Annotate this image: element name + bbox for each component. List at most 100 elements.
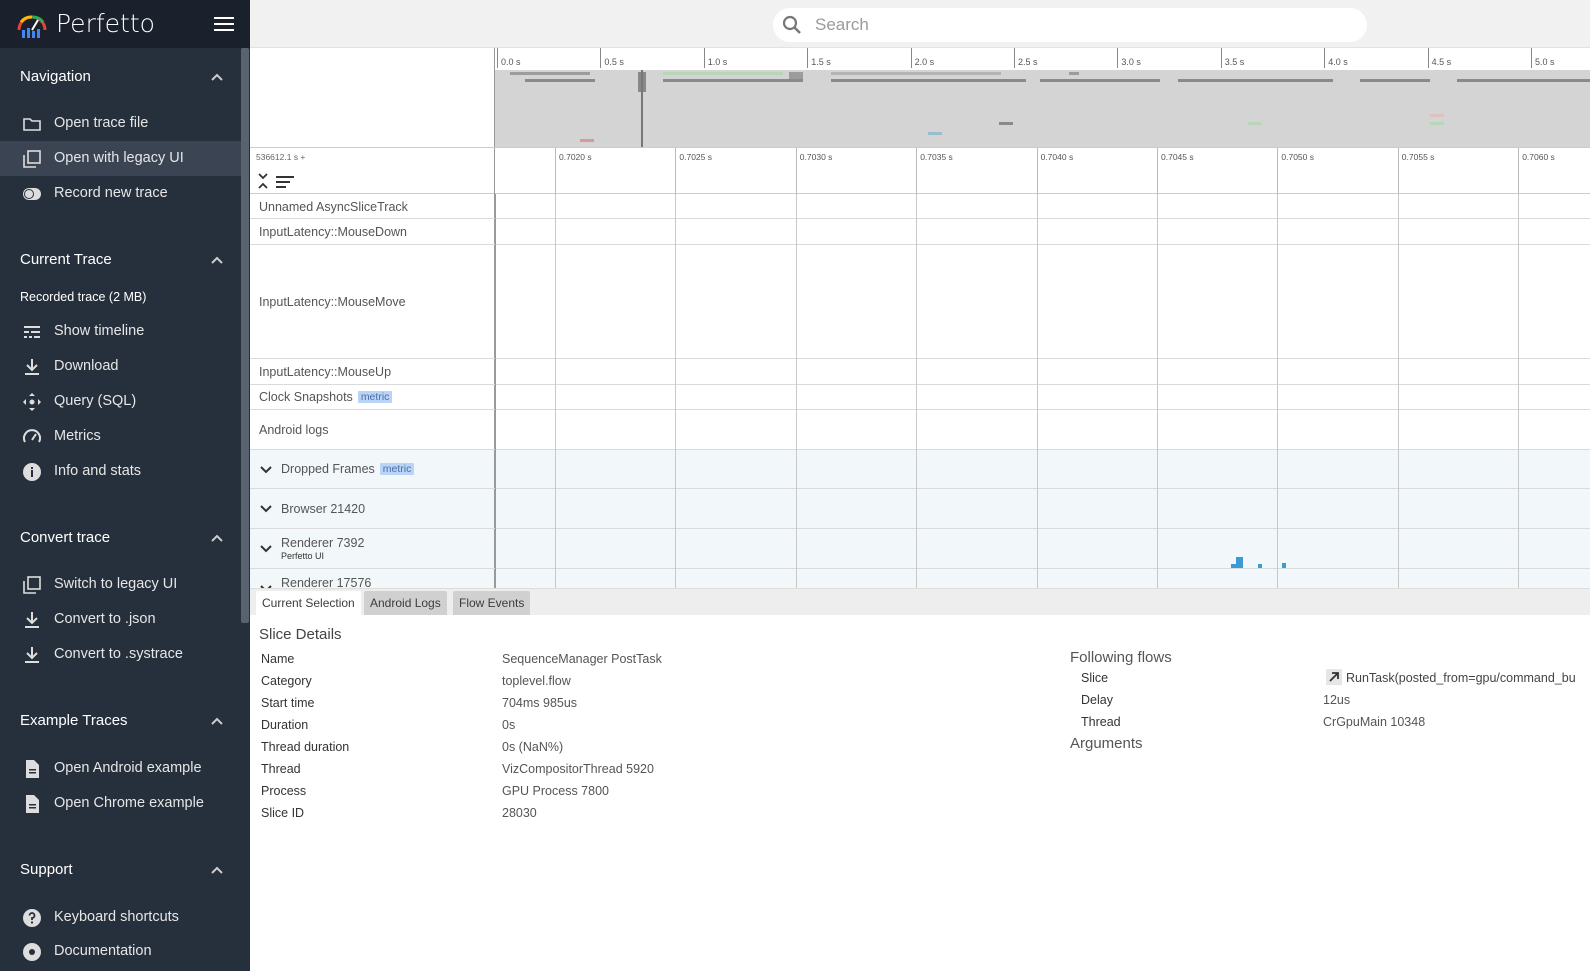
detail-key: Start time (261, 696, 315, 710)
nav-open-legacy-ui[interactable]: Open with legacy UI (0, 141, 241, 176)
detail-value: toplevel.flow (502, 674, 571, 688)
nav-download[interactable]: Download (0, 349, 241, 384)
summary-slice[interactable] (1231, 564, 1236, 568)
track-mousedown[interactable]: InputLatency::MouseDown (250, 219, 1590, 245)
download-icon (22, 645, 42, 665)
track-unnamed-async[interactable]: Unnamed AsyncSliceTrack (250, 194, 1590, 219)
nav-convert-systrace[interactable]: Convert to .systrace (0, 637, 241, 672)
chevron-down-icon[interactable] (259, 502, 273, 516)
track-list[interactable]: Unnamed AsyncSliceTrack InputLatency::Mo… (250, 194, 1590, 590)
section-title-support[interactable]: Support (20, 861, 73, 878)
nav-label: Info and stats (54, 463, 142, 479)
nav-label: Metrics (54, 428, 101, 444)
chevron-up-icon[interactable] (210, 531, 224, 545)
overview-tick-label: 4.5 s (1431, 57, 1452, 67)
chevron-down-icon[interactable] (259, 463, 273, 477)
nav-info-and-stats[interactable]: Info and stats (0, 454, 241, 489)
section-title-current-trace[interactable]: Current Trace (20, 251, 112, 268)
chevron-up-icon[interactable] (210, 863, 224, 877)
nav-metrics[interactable]: Metrics (0, 419, 241, 454)
nav-label: Documentation (54, 943, 152, 959)
tab-current-selection[interactable]: Current Selection (256, 591, 361, 615)
section-title-navigation[interactable]: Navigation (20, 68, 91, 85)
flow-slice-link[interactable]: RunTask(posted_from=gpu/command_bu (1346, 671, 1576, 685)
track-renderer-17576[interactable]: Renderer 17576 (250, 569, 1590, 590)
track-subtitle: Perfetto UI (281, 551, 325, 561)
track-mousemove[interactable]: InputLatency::MouseMove (250, 245, 1590, 359)
track-android-logs[interactable]: Android logs (250, 410, 1590, 450)
detail-value: GPU Process 7800 (502, 784, 609, 798)
axis-tick-line (795, 148, 797, 194)
grid-line (916, 194, 918, 590)
nav-open-trace-file[interactable]: Open trace file (0, 106, 241, 141)
nav-open-chrome-example[interactable]: Open Chrome example (0, 786, 241, 821)
overview-tick-label: 3.5 s (1224, 57, 1245, 67)
summary-slice[interactable] (1236, 557, 1243, 568)
nav-label: Open with legacy UI (54, 150, 184, 166)
summary-slice[interactable] (1258, 564, 1262, 568)
nav-label: Open Android example (54, 760, 202, 776)
track-title: Browser 21420 (281, 502, 366, 516)
nav-show-timeline[interactable]: Show timeline (0, 314, 241, 349)
overview-tick (807, 48, 809, 68)
detail-value: 704ms 985us (502, 696, 578, 710)
filter-none-icon (22, 149, 42, 169)
track-clock-snapshots[interactable]: Clock Snapshots metric (250, 385, 1590, 410)
section-title-example-traces[interactable]: Example Traces (20, 712, 128, 729)
grid-line (795, 194, 797, 590)
track-title: InputLatency::MouseMove (259, 295, 406, 309)
nav-label: Show timeline (54, 323, 145, 339)
flow-key: Thread (1081, 715, 1121, 729)
track-title: InputLatency::MouseDown (259, 225, 408, 239)
chevron-up-icon[interactable] (210, 253, 224, 267)
overview-tick (497, 48, 498, 68)
detail-key: Thread (261, 762, 301, 776)
nav-record-new-trace[interactable]: Record new trace (0, 176, 241, 211)
axis-tick-line (1397, 148, 1399, 194)
nav-convert-json[interactable]: Convert to .json (0, 602, 241, 637)
app-name: Perfetto (56, 9, 155, 38)
menu-icon[interactable] (214, 17, 234, 33)
chevron-up-icon[interactable] (210, 70, 224, 84)
track-title: Clock Snapshots (259, 390, 353, 404)
detail-key: Duration (261, 718, 309, 732)
track-browser[interactable]: Browser 21420 (250, 489, 1590, 529)
time-axis[interactable]: 536612.1 s + 0.7020 s 0.7025 s 0.7030 s 0.7… (250, 147, 1590, 194)
search-box[interactable] (773, 8, 1367, 42)
search-input[interactable] (815, 13, 1355, 37)
section-title-convert-trace[interactable]: Convert trace (20, 529, 110, 546)
folder-icon (22, 114, 42, 134)
summary-slice[interactable] (1282, 563, 1286, 568)
axis-tick-line (1277, 148, 1279, 194)
flow-value: 12us (1323, 693, 1351, 707)
nav-label: Convert to .json (54, 611, 156, 627)
overview-track[interactable]: 0.0 s 0.5 s 1.0 s 1.5 s 2.0 s 2.5 s 3.0 s 3.5 s… (495, 48, 1590, 147)
sort-icon[interactable] (276, 175, 294, 188)
overview-tick (1427, 48, 1429, 68)
tab-android-logs[interactable]: Android Logs (364, 591, 447, 615)
arrow-outward-icon[interactable] (1326, 669, 1342, 685)
track-renderer-7392[interactable]: Renderer 7392 Perfetto UI (250, 529, 1590, 569)
sidebar-scrollbar[interactable] (241, 48, 249, 623)
axis-tick-label: 0.7040 s (1040, 152, 1074, 162)
track-mouseup[interactable]: InputLatency::MouseUp (250, 359, 1590, 385)
chevron-down-icon[interactable] (259, 542, 273, 556)
track-dropped-frames[interactable]: Dropped Frames metric (250, 450, 1590, 489)
nav-keyboard-shortcuts[interactable]: Keyboard shortcuts (0, 900, 241, 935)
overview-timeline[interactable]: 0.0 s 0.5 s 1.0 s 1.5 s 2.0 s 2.5 s 3.0 s 3.5 s… (250, 48, 1590, 147)
overview-tick (600, 48, 602, 68)
nav-label: Keyboard shortcuts (54, 909, 179, 925)
collapse-all-icon[interactable] (256, 172, 270, 190)
axis-tick-line (916, 148, 918, 194)
track-title: Dropped Frames (281, 462, 375, 476)
nav-switch-legacy-ui[interactable]: Switch to legacy UI (0, 567, 241, 602)
overview-tick-label: 5.0 s (1535, 57, 1555, 67)
nav-label: Open Chrome example (54, 795, 204, 811)
chevron-up-icon[interactable] (210, 714, 224, 728)
nav-documentation[interactable]: Documentation (0, 934, 241, 969)
tab-flow-events[interactable]: Flow Events (453, 591, 531, 615)
nav-open-android-example[interactable]: Open Android example (0, 751, 241, 786)
axis-tick-label: 0.7045 s (1161, 152, 1194, 162)
nav-label: Download (54, 358, 119, 374)
nav-query-sql[interactable]: Query (SQL) (0, 384, 241, 419)
